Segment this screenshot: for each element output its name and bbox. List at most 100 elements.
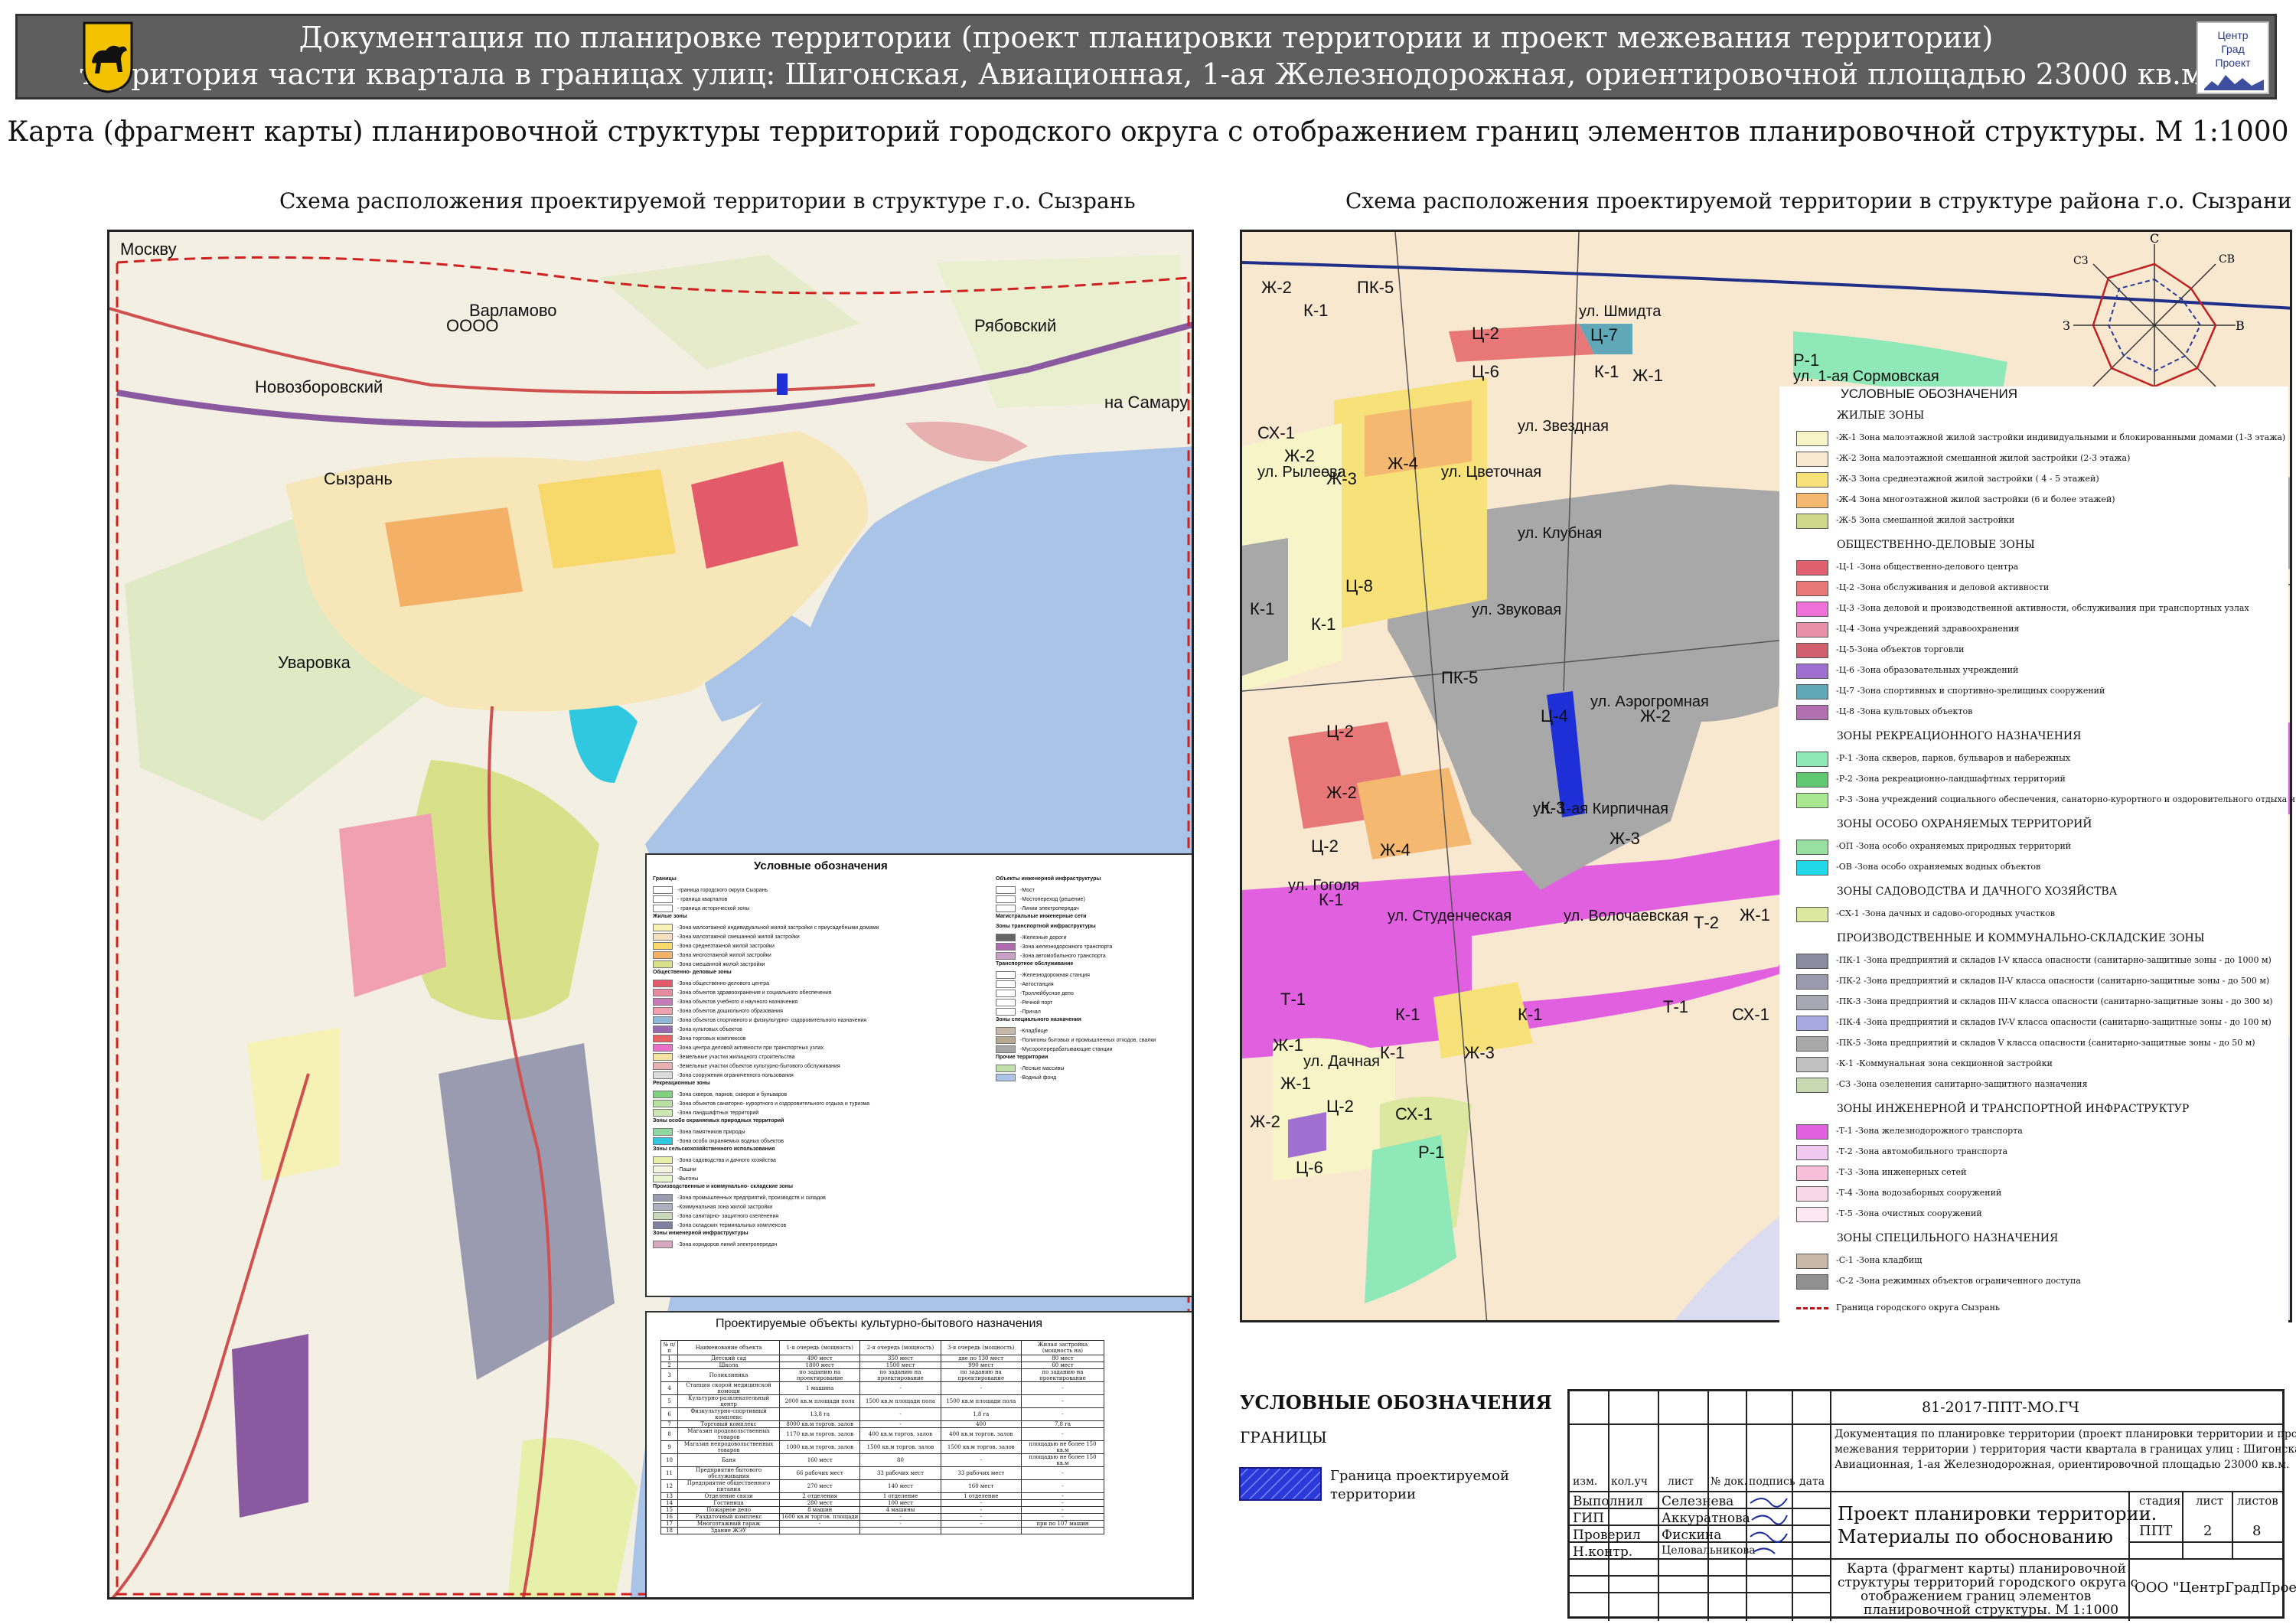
project-site-marker[interactable] [777, 373, 788, 395]
legend-item-label: -Зона сооружения ограниченного пользован… [677, 1072, 794, 1078]
table-cell: - [1020, 1506, 1105, 1514]
table-cell: Здание ЖЭУ [677, 1527, 781, 1534]
legend-item-label: -ПК-2 -Зона предприятий и складов II-V к… [1836, 976, 2270, 986]
table-cell: Баня [677, 1453, 781, 1467]
legend-item: -Мостопереход (решение) [996, 895, 1085, 904]
table-row: 6 Физкультурно-спортивный комплекс 13,8 га… [660, 1407, 1105, 1421]
legend-item-label: -Троллейбусное депо [1020, 990, 1074, 996]
legend-item-label: -Зона коридоров линий электропередач [677, 1241, 778, 1247]
legend-item: -Линии электропередач [996, 905, 1079, 913]
table-cell: - [1020, 1466, 1105, 1480]
zone-label: Ж-3 [1609, 829, 1640, 848]
zone-label: Р-1 [1793, 351, 1819, 370]
street-label: ул. 1-ая Сормовская [1793, 368, 1939, 385]
legend-item-label: -СХ-1 -Зона дачных и садово-огородных уч… [1836, 908, 2056, 918]
residential-block [339, 814, 446, 997]
legend-section-heading: ЗОНЫ ИНЖЕНЕРНОЙ И ТРАНСПОРТНОЙ ИНФРАСТРУ… [1837, 1103, 2190, 1115]
stage-value: ППТ [2139, 1523, 2173, 1539]
legend-item: -Зона промышленных предприятий, производ… [653, 1194, 826, 1202]
legend-item-label: -Ц-1 -Зона общественно-делового центра [1836, 562, 2019, 572]
sheets-label: листов [2237, 1494, 2278, 1508]
legend-swatch [1796, 1145, 1828, 1160]
table-cell: 9 [660, 1440, 679, 1454]
legend-item-label: -Ц-4 -Зона учреждений здравоохранения [1836, 624, 2020, 634]
table-row: 4 Станция скорой медицинской помощи 1 маши… [660, 1381, 1105, 1395]
table-cell: 16 [660, 1513, 679, 1521]
legend-group-heading: Прочие территории [996, 1055, 1049, 1060]
legend-item: -Зона складских терминальных комплексов [653, 1221, 786, 1230]
legend-group-heading: Рекреационные зоны [653, 1081, 710, 1086]
header-line-1: Документация по планировке территории (п… [298, 21, 1994, 54]
person-name: Селезнева [1662, 1494, 1734, 1509]
legend-swatch [653, 980, 673, 987]
table-cell: 270 мест [779, 1479, 861, 1493]
table-cell: Физкультурно-спортивный комплекс [677, 1407, 781, 1421]
legend-swatch [653, 998, 673, 1006]
table-cell: 100 мест [859, 1499, 941, 1507]
legend-swatch [1796, 974, 1828, 990]
person-name: Аккуратнова [1662, 1511, 1750, 1526]
legend-swatch [653, 924, 673, 931]
table-row: 13 Отделение связи 2 отделения 1 отделение 1… [660, 1492, 1105, 1500]
zone-label: Ж-2 [1326, 783, 1357, 802]
legend-swatch [1796, 840, 1828, 855]
table-cell: - [1020, 1394, 1105, 1408]
legend-item-label: -Ц-3 -Зона деловой и производственной ак… [1836, 603, 2249, 613]
facilities-table-panel: Проектируемые объекты культурно-бытового… [645, 1311, 1192, 1597]
table-row: 12 Предприятие общественного питания 270 м… [660, 1479, 1105, 1493]
zone-label: Ж-1 [1280, 1074, 1311, 1093]
legend-item-label: -Выгоны [677, 1176, 699, 1182]
city-overview-map[interactable]: Москву Варламово Новозборовский Сызрань … [107, 230, 1194, 1600]
legend-item-label: Граница городского округа Сызрань [1836, 1303, 2000, 1313]
table-cell: 160 мест [940, 1479, 1022, 1493]
street-label: ул. Рылеева [1257, 464, 1346, 481]
role-label: Проверил [1573, 1528, 1641, 1543]
legend-section-heading: ЗОНЫ ОСОБО ОХРАНЯЕМЫХ ТЕРРИТОРИЙ [1837, 818, 2092, 830]
legend-item-label: -Зона скверов, парков, скверов и бульвар… [677, 1091, 788, 1097]
zone-label: К-1 [1380, 1043, 1404, 1062]
sheet-subtitle: Карта (фрагмент карты) планировочной стр… [7, 116, 2289, 148]
street-label: ул. Звуковая [1472, 602, 1561, 618]
table-header-row: № п/п Наименование объекта 1-я очередь (мо… [660, 1340, 1105, 1355]
table-cell: две по 130 мест [940, 1355, 1022, 1362]
table-cell: 3 [660, 1368, 679, 1382]
wind-label: З [2063, 318, 2070, 333]
table-row: 10 Баня 160 мест 80- площадью не более 150 к… [660, 1453, 1105, 1467]
document-description-line: межевания территории ) территория части … [1835, 1443, 2296, 1456]
legend-swatch [653, 905, 673, 912]
legend-swatch [996, 990, 1016, 997]
legend-swatch [1796, 1036, 1828, 1052]
zone-label: Ц-2 [1472, 324, 1499, 343]
col-header: № док. [1711, 1476, 1747, 1488]
sheet-value: 2 [2203, 1523, 2213, 1539]
legend-item: -Кладбище [996, 1027, 1048, 1035]
place-label: ОООО [446, 316, 498, 335]
table-cell: 1 [660, 1355, 679, 1362]
sheet-title-line: планировочной структуры. М 1:1000 [1864, 1603, 2119, 1618]
legend-swatch [653, 1016, 673, 1024]
legend-item-label: -СЗ -Зона озеленения санитарно-защитного… [1836, 1079, 2088, 1089]
table-cell: 4 [660, 1381, 679, 1395]
legend-swatch [996, 971, 1016, 979]
legend-item: -Выгоны [653, 1175, 698, 1183]
col-header: изм. [1573, 1476, 1598, 1488]
street-label: ул. Студенческая [1388, 908, 1512, 925]
place-label: Москву [120, 240, 177, 259]
zone-label: К-1 [1250, 599, 1274, 618]
table-cell: 350 мест [859, 1355, 941, 1362]
residential-block [538, 469, 676, 569]
table-row: 17 Многоэтажный гараж - - - при по 107 машин [660, 1520, 1105, 1528]
legend-item-label: -Зона ландшафтных территорий [677, 1110, 759, 1116]
sheet-title-line: Карта (фрагмент карты) планировочной [1847, 1561, 2127, 1577]
logo-skyline-icon [2204, 75, 2264, 90]
table-row: 8 Магазин продовольственных товаров 1170 к… [660, 1427, 1105, 1441]
legend-section-heading: ЗОНЫ САДОВОДСТВА И ДАЧНОГО ХОЗЯЙСТВА [1837, 885, 2118, 898]
table-cell: Торговый комплекс [677, 1420, 781, 1428]
legend-item-label: -Р-2 -Зона рекреационно-ландшафтных терр… [1836, 774, 2066, 784]
legend-item-label: -Зона многоэтажной жилой застройки [677, 952, 771, 958]
legend-item: -Зона памятников природы [653, 1128, 745, 1136]
role-label: Н.контр. [1573, 1544, 1633, 1560]
residential-block [385, 507, 523, 607]
table-cell: 1500 кв.м торгов. залов [940, 1440, 1022, 1454]
table-row: 7 Торговый комплекс 8000 кв.м торгов. зало… [660, 1420, 1105, 1428]
